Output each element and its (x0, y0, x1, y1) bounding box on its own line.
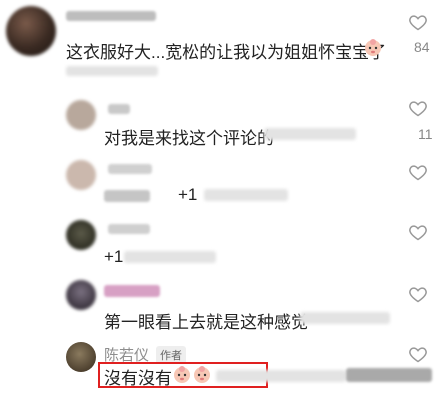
like-count: 11 (418, 126, 433, 142)
username-blurred[interactable] (108, 224, 150, 234)
heart-outline-icon[interactable] (408, 222, 428, 242)
avatar[interactable] (66, 160, 96, 190)
comment-text: 对我是来找这个评论的 (104, 129, 274, 148)
comment-meta-blurred (300, 312, 390, 324)
like-count: 84 (414, 39, 430, 55)
avatar[interactable] (66, 220, 96, 250)
heart-outline-icon[interactable] (408, 344, 428, 364)
username-blurred[interactable] (108, 164, 152, 174)
avatar[interactable] (66, 280, 96, 310)
comment-text: +1 (178, 185, 198, 204)
heart-outline-icon[interactable] (408, 162, 428, 182)
username-blurred[interactable] (66, 11, 156, 21)
baby-face-emoji-icon (365, 39, 381, 56)
comment-text: 这衣服好大...宽松的让我以为姐姐怀宝宝了 (66, 43, 387, 62)
comment-meta-blurred (216, 370, 346, 382)
avatar[interactable] (66, 100, 96, 130)
comment-text: 第一眼看上去就是这种感觉 (104, 313, 308, 332)
username-blurred[interactable] (108, 104, 130, 114)
comment-text: +1 (104, 247, 124, 266)
baby-face-emoji-icon (194, 366, 210, 383)
comment-meta-blurred (66, 66, 158, 76)
heart-outline-icon[interactable] (408, 12, 428, 32)
comment-meta-blurred (124, 251, 216, 263)
comment-meta-blurred (204, 189, 288, 201)
username-blurred[interactable] (104, 285, 160, 297)
watermark-blurred (346, 368, 432, 382)
avatar[interactable] (6, 6, 56, 56)
heart-outline-icon[interactable] (408, 284, 428, 304)
comment-meta-blurred (264, 128, 356, 140)
emoji-blurred (104, 190, 150, 202)
comment-text: 沒有沒有 (104, 369, 172, 388)
avatar[interactable] (66, 342, 96, 372)
heart-outline-icon[interactable] (408, 98, 428, 118)
baby-face-emoji-icon (174, 366, 190, 383)
